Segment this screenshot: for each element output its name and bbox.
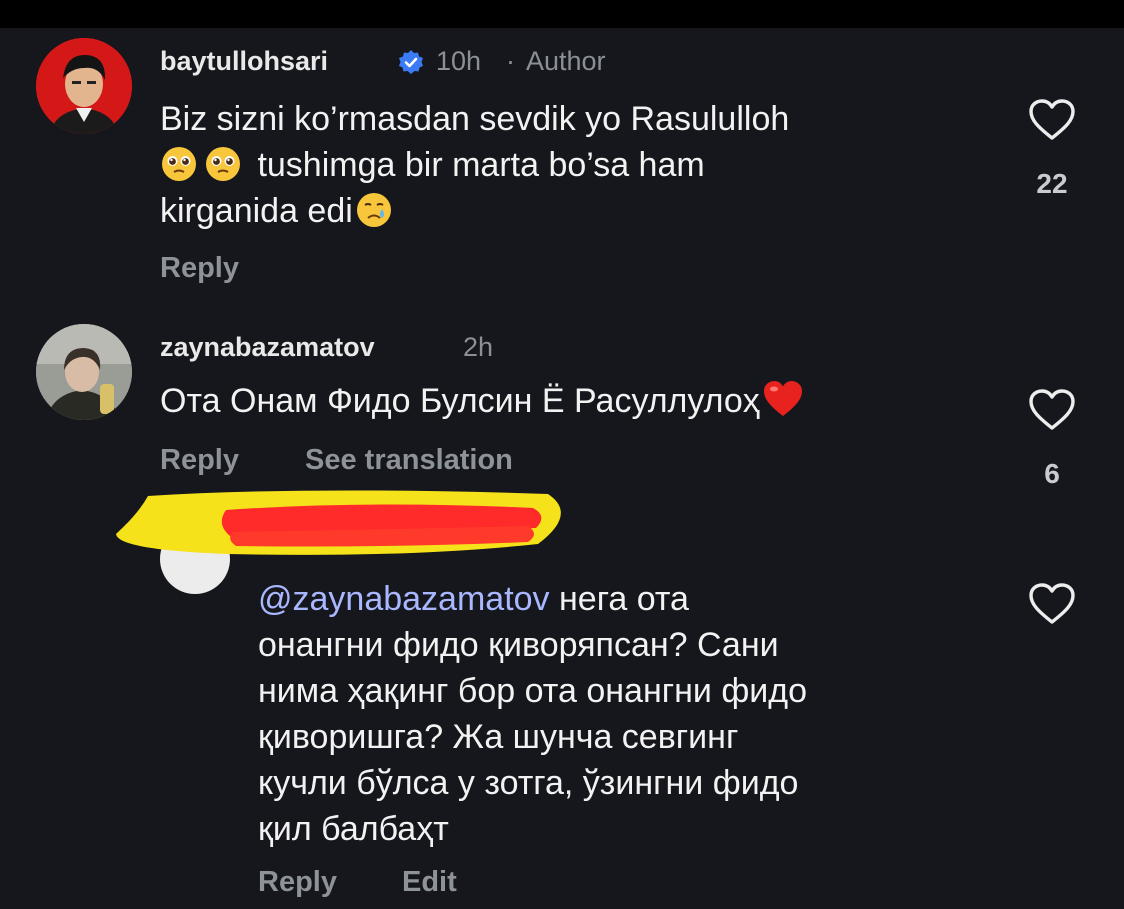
redaction-scribble	[116, 490, 561, 555]
like-heart-icon[interactable]	[1028, 388, 1076, 432]
comment-username[interactable]: zaynabazamatov	[160, 332, 375, 363]
like-heart-icon[interactable]	[1028, 582, 1076, 626]
comment-text: Biz sizni ko’rmasdan sevdik yo Rasulullo…	[160, 96, 1020, 234]
profile-photo-icon	[36, 38, 132, 134]
comment-text-line: қиворишга? Жа шунча севгинг	[258, 718, 739, 756]
avatar[interactable]	[36, 38, 132, 134]
comment-text-segment: нега ота	[549, 580, 689, 618]
like-heart-icon[interactable]	[1028, 98, 1076, 142]
pleading-face-emoji-icon	[206, 147, 240, 181]
meta-separator: ·	[506, 46, 515, 76]
comment-username[interactable]: baytullohsari	[160, 46, 328, 77]
edit-button[interactable]: Edit	[402, 866, 457, 899]
pleading-face-emoji-icon	[162, 147, 196, 181]
comment-text-line: нима ҳақинг бор ота онангни фидо	[258, 672, 808, 710]
comment-text: @zaynabazamatov нега ота онангни фидо қи…	[258, 576, 998, 852]
comment-text-segment: kirganida edi	[160, 192, 353, 230]
crying-face-emoji-icon	[356, 193, 391, 227]
like-count: 6	[1044, 458, 1060, 489]
status-bar	[0, 0, 1124, 28]
comment-text-segment: tushimga bir marta bo’sa ham	[257, 146, 705, 184]
reply-button[interactable]: Reply	[258, 866, 337, 899]
comment-text: Ота Онам Фидо Булсин Ё Расуллулоҳ	[160, 378, 1000, 424]
comment-text-line: @zaynabazamatov нега ота	[258, 576, 998, 622]
comment-time: 10h	[436, 46, 482, 76]
comment-text-line: Biz sizni ko’rmasdan sevdik yo Rasulullo…	[160, 100, 790, 138]
comment-text-line: қил балбаҳт	[258, 810, 449, 848]
comment-text-line: кучли бўлса у зотга, ўзингни фидо	[258, 764, 799, 802]
comment-text-segment: Ота Онам Фидо Булсин Ё Расуллулоҳ	[160, 382, 760, 420]
red-heart-emoji-icon	[763, 381, 802, 416]
see-translation-button[interactable]: See translation	[305, 444, 513, 477]
avatar[interactable]	[36, 324, 132, 420]
mention-link[interactable]: @zaynabazamatov	[258, 580, 550, 618]
comment-time: 2h	[463, 332, 494, 362]
verified-badge-icon	[399, 50, 423, 74]
author-label: Author	[526, 46, 606, 76]
comment-text-line: онангни фидо қиворяпсан? Сани	[258, 626, 779, 664]
reply-button[interactable]: Reply	[160, 252, 239, 285]
profile-photo-icon	[36, 324, 132, 420]
reply-button[interactable]: Reply	[160, 444, 239, 477]
comment-text-line: kirganida edi	[160, 188, 1020, 234]
comment-text-line: tushimga bir marta bo’sa ham	[160, 142, 1020, 188]
like-count: 22	[1036, 168, 1068, 199]
